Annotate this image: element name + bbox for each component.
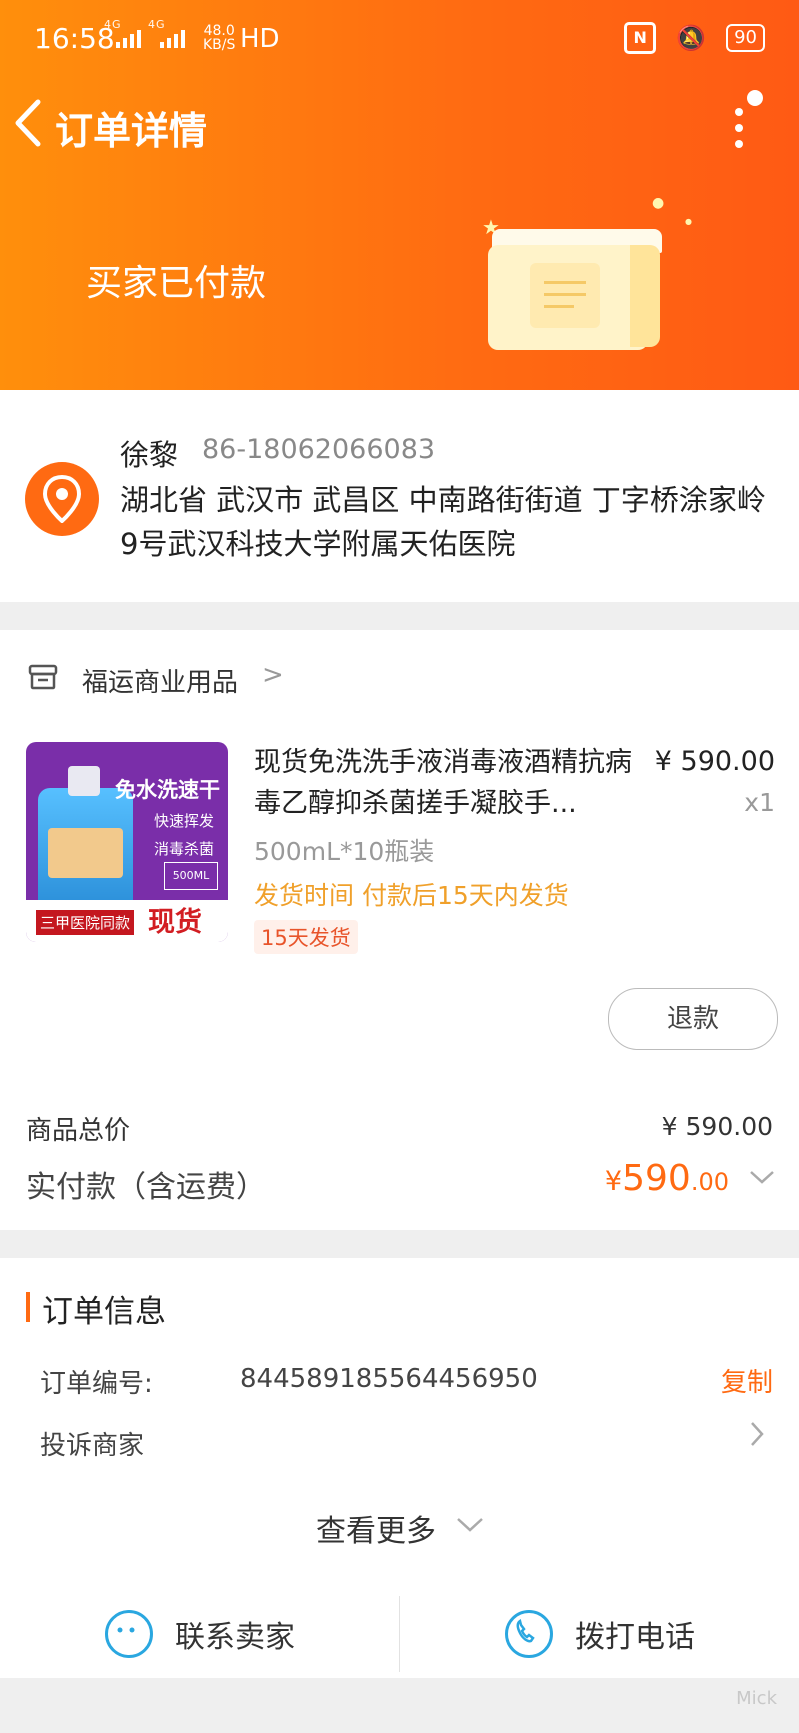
network-type-1: 4G [104,18,122,31]
product-price: ¥ 590.00 [654,746,775,777]
signal-icon [116,28,141,48]
image-volume: 500ML [164,862,218,890]
refund-button[interactable]: 退款 [608,988,778,1050]
location-pin-icon [25,462,99,536]
order-number-value: 844589185564456950 [240,1364,538,1394]
notification-dot [747,90,763,106]
status-right: N 🔕 90 [624,22,765,54]
more-menu-icon[interactable] [731,90,763,160]
network-speed: 48.0 KB/S [203,23,236,53]
network-type-2: 4G [148,18,166,31]
contact-seller-label: 联系卖家 [175,1620,295,1655]
action-bar: 联系卖家 拨打电话 [0,1590,799,1678]
order-card: 福运商业用品 > 免水洗速干 快速挥发 消毒杀菌 500ML 三甲医院同款 现货… [0,630,799,1230]
bottle-graphic [38,766,133,908]
product-title[interactable]: 现货免洗洗手液消毒液酒精抗病毒乙醇抑杀菌搓手凝胶手... [254,742,634,824]
battery-icon: 90 [726,24,765,52]
shipping-address[interactable]: 徐黎 86-18062066083 湖北省 武汉市 武昌区 中南路街街道 丁字桥… [0,390,799,602]
contact-seller-button[interactable]: 联系卖家 [105,1590,295,1678]
document-icon [530,263,600,328]
page-title: 订单详情 [55,109,208,153]
complain-merchant-link[interactable]: 投诉商家 [40,1425,144,1462]
hd-indicator: HD [240,24,280,54]
order-detail-page: 16:58 4G 4G 48.0 KB/S HD N 🔕 90 订单详情 买家已付… [0,0,799,1733]
shipping-note: 发货时间 付款后15天内发货 [254,881,569,910]
chevron-right-icon[interactable] [749,1420,765,1456]
goods-total-value: ¥ 590.00 [661,1112,773,1141]
order-header: 16:58 4G 4G 48.0 KB/S HD N 🔕 90 订单详情 买家已付… [0,0,799,390]
order-status: 买家已付款 [86,263,267,304]
status-bar: 16:58 4G 4G 48.0 KB/S HD N 🔕 90 [0,0,799,80]
recipient-phone: 86-18062066083 [202,434,436,465]
image-headline: 免水洗速干 [115,778,220,802]
recipient-name: 徐黎 [120,438,179,472]
shop-name[interactable]: 福运商业用品 [82,662,238,699]
shop-icon [28,664,58,690]
mute-icon: 🔕 [676,24,707,52]
chevron-down-icon[interactable] [456,1508,484,1541]
divider [399,1596,400,1672]
call-phone-button[interactable]: 拨打电话 [505,1590,695,1678]
chevron-right-icon[interactable]: > [262,660,284,690]
paid-amount-value: ¥590.00 [604,1158,729,1199]
image-stock: 现货 [148,907,202,938]
order-number-label: 订单编号: [40,1369,153,1399]
watermark: Mick [736,1688,777,1709]
nav-bar: 订单详情 [0,80,799,180]
paid-amount-label: 实付款（含运费） [26,1170,266,1205]
product-image[interactable]: 免水洗速干 快速挥发 消毒杀菌 500ML 三甲医院同款 现货 [26,742,228,942]
clock: 16:58 [34,22,115,55]
see-more-button[interactable]: 查看更多 [316,1506,436,1550]
section-accent-bar [26,1292,30,1322]
copy-button[interactable]: 复制 [721,1362,773,1399]
product-quantity: x1 [744,788,775,817]
order-info-section: 订单信息 订单编号: 844589185564456950 复制 投诉商家 查看… [0,1258,799,1678]
shipping-badge: 15天发货 [254,920,358,954]
image-hospital-tag: 三甲医院同款 [36,910,135,935]
goods-total-label: 商品总价 [26,1116,131,1146]
package-illustration: ★ ● ● [470,195,700,355]
back-icon[interactable] [10,96,44,163]
nfc-icon: N [624,22,657,54]
chevron-down-icon[interactable] [749,1162,775,1192]
image-line-2: 消毒杀菌 [153,840,214,858]
address-line: 湖北省 武汉市 武昌区 中南路街街道 丁字桥涂家岭9号武汉科技大学附属天佑医院 [120,483,766,561]
section-title: 订单信息 [42,1294,166,1330]
call-phone-label: 拨打电话 [575,1620,695,1655]
phone-icon [505,1610,553,1658]
product-spec: 500mL*10瓶装 [254,837,435,866]
chat-bubble-icon [105,1610,153,1658]
image-line-1: 快速挥发 [153,812,214,830]
signal-icon-2 [160,28,185,48]
